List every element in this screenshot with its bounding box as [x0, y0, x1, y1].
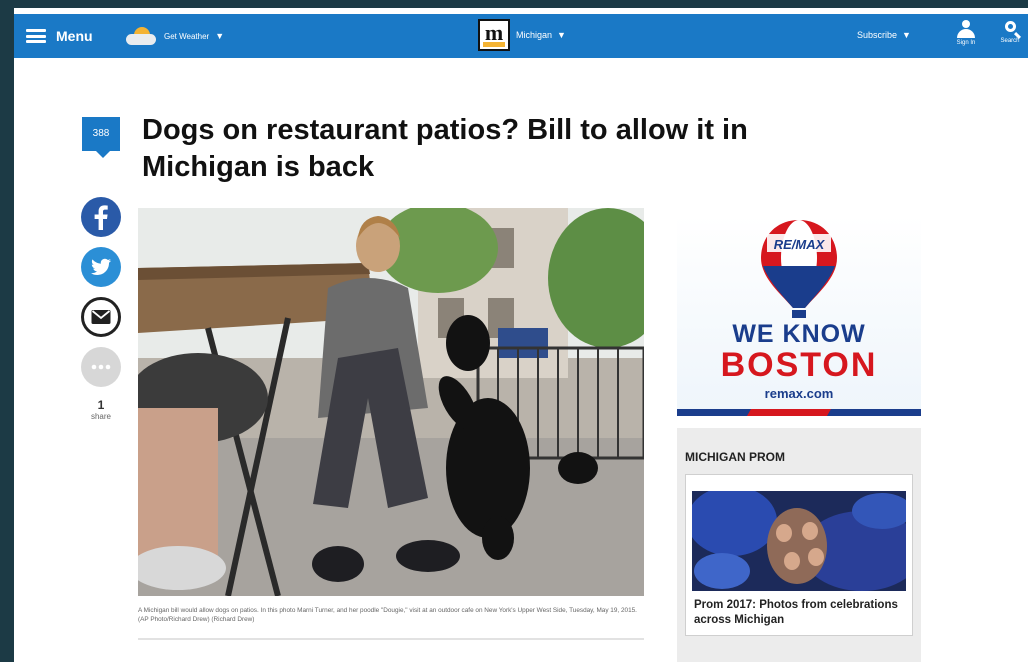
divider — [138, 638, 644, 640]
ad-headline-2: BOSTON — [720, 346, 878, 384]
sign-in-label: Sign In — [956, 40, 976, 46]
top-nav-bar: Menu Get Weather ▼ m Michigan ▼ Subscrib… — [14, 14, 1028, 58]
page: Menu Get Weather ▼ m Michigan ▼ Subscrib… — [14, 8, 1028, 662]
chevron-down-icon: ▼ — [902, 30, 911, 40]
weather-button[interactable]: Get Weather ▼ — [124, 26, 224, 46]
related-module: MICHIGAN PROM Prom 2017: Photos from cel… — [677, 428, 921, 662]
chevron-down-icon: ▼ — [215, 31, 225, 41]
article-photo[interactable] — [138, 208, 644, 596]
article-headline: Dogs on restaurant patios? Bill to allow… — [142, 114, 748, 183]
hamburger-icon — [26, 29, 46, 43]
facebook-share-button[interactable] — [81, 197, 121, 237]
share-count: 1 share — [81, 398, 121, 421]
user-icon — [946, 20, 986, 38]
search-icon — [1004, 21, 1016, 32]
related-article-card[interactable]: Prom 2017: Photos from celebrations acro… — [685, 474, 913, 636]
photo-caption: A Michigan bill would allow dogs on pati… — [138, 607, 637, 623]
subscribe-button[interactable]: Subscribe ▼ — [857, 30, 911, 40]
mlive-logo-icon: m — [478, 19, 510, 51]
site-logo[interactable]: m Michigan ▼ — [478, 19, 566, 51]
sign-in-button[interactable]: Sign In — [946, 18, 986, 46]
region-label: Michigan — [516, 30, 553, 40]
ad-stripe-accent — [746, 409, 832, 416]
related-article-title: Prom 2017: Photos from celebrations acro… — [694, 599, 898, 626]
subscribe-label: Subscribe — [857, 30, 898, 40]
balloon-logo-icon — [761, 220, 837, 318]
twitter-icon — [81, 247, 121, 287]
twitter-share-button[interactable] — [81, 247, 121, 287]
remax-advertisement[interactable]: RE/MAX WE KNOW BOSTON remax.com — [677, 216, 921, 416]
related-article-image — [692, 491, 906, 591]
share-count-number: 1 — [97, 398, 105, 412]
region-selector[interactable]: Michigan ▼ — [516, 30, 566, 40]
menu-label: Menu — [56, 28, 93, 44]
more-share-button[interactable] — [81, 347, 121, 387]
email-share-button[interactable] — [81, 297, 121, 337]
comment-count: 388 — [92, 128, 110, 139]
email-icon — [81, 297, 121, 337]
weather-label: Get Weather — [164, 31, 210, 41]
ad-balloon-text: RE/MAX — [773, 237, 825, 252]
menu-button[interactable]: Menu — [26, 25, 93, 47]
facebook-icon — [81, 197, 121, 237]
module-title: MICHIGAN PROM — [685, 450, 785, 464]
ad-headline-1: WE KNOW — [732, 320, 866, 348]
ad-url: remax.com — [764, 386, 834, 401]
weather-icon — [124, 26, 160, 46]
chevron-down-icon: ▼ — [557, 30, 566, 40]
comment-count-badge[interactable]: 388 — [82, 117, 120, 158]
share-count-label: share — [90, 412, 111, 421]
search-label: Search — [1000, 38, 1020, 44]
more-icon — [81, 347, 121, 387]
article-photo-image — [138, 208, 644, 596]
search-button[interactable]: Search — [994, 18, 1026, 44]
